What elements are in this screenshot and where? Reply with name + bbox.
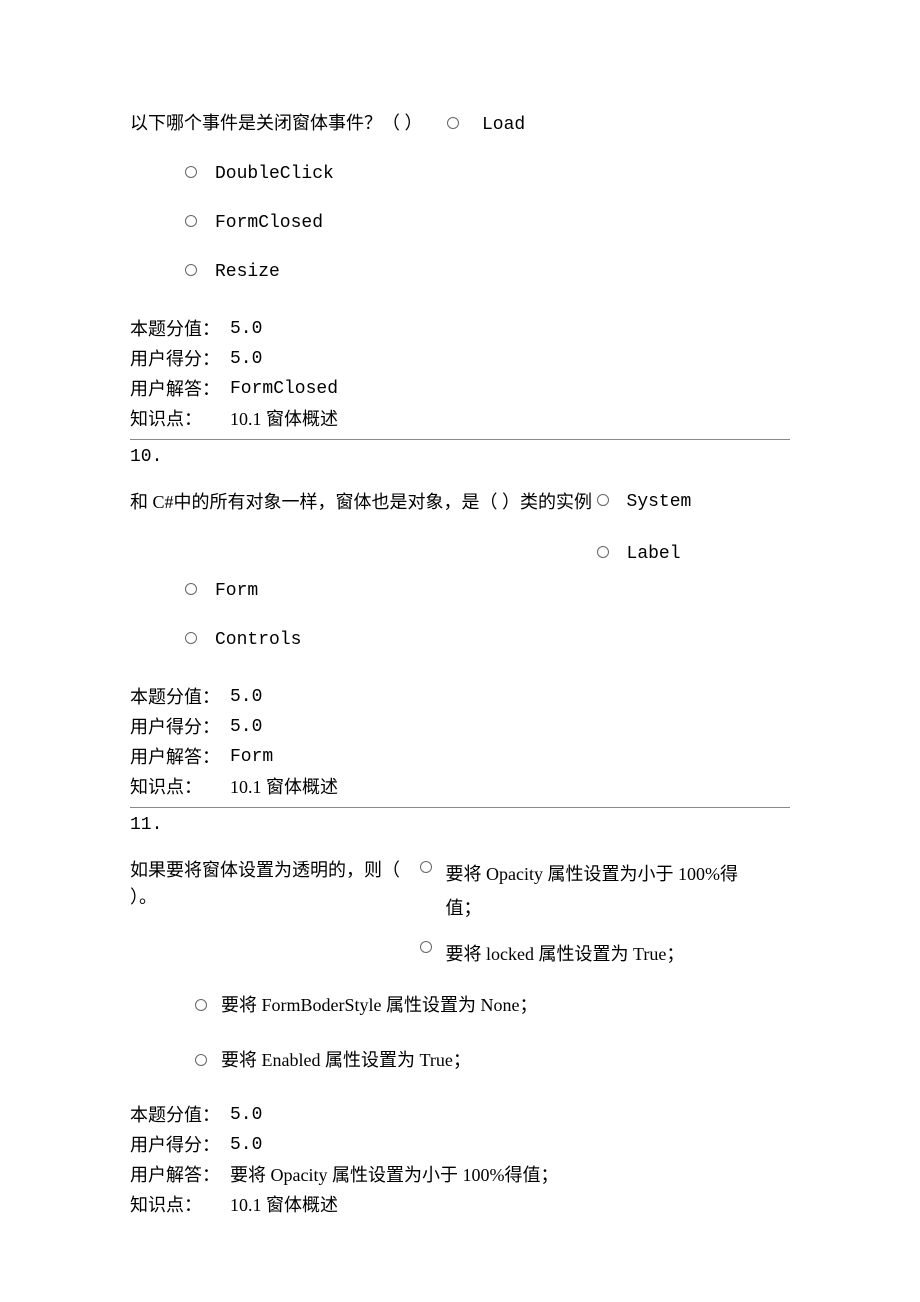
q10-option-d: Controls — [185, 627, 790, 654]
q10-answer-row: 用户解答： Form — [130, 744, 790, 771]
score-label: 本题分值： — [130, 1102, 230, 1129]
score-label: 本题分值： — [130, 316, 230, 343]
q11-option-a: 要将 Opacity 属性设置为小于 100%得值； — [420, 857, 765, 925]
radio-icon[interactable] — [597, 494, 609, 506]
q10-option-d-text: Controls — [215, 627, 301, 654]
user-score-value: 5.0 — [230, 714, 262, 741]
q11-text: 如果要将窗体设置为透明的，则（ ）。 — [130, 857, 410, 911]
q9-option-d: Resize — [185, 259, 790, 286]
q11-option-b: 要将 locked 属性设置为 True； — [420, 937, 765, 971]
user-answer-value: 要将 Opacity 属性设置为小于 100%得值； — [230, 1162, 558, 1189]
radio-icon[interactable] — [420, 861, 432, 873]
kp-label: 知识点： — [130, 406, 230, 433]
q9-option-c: FormClosed — [185, 210, 790, 237]
question-10: 10. 和 C#中的所有对象一样，窗体也是对象，是（ ）类的实例 System … — [130, 444, 790, 801]
divider — [130, 807, 790, 808]
q11-right-options: 要将 Opacity 属性设置为小于 100%得值； 要将 locked 属性设… — [420, 857, 765, 984]
user-score-label: 用户得分： — [130, 346, 230, 373]
radio-icon[interactable] — [420, 941, 432, 953]
question-11: 11. 如果要将窗体设置为透明的，则（ ）。 要将 Opacity 属性设置为小… — [130, 812, 790, 1219]
q10-number: 10. — [130, 444, 790, 471]
kp-label: 知识点： — [130, 774, 230, 801]
kp-value: 10.1 窗体概述 — [230, 774, 338, 801]
q10-option-b: Label — [597, 541, 692, 568]
score-value: 5.0 — [230, 316, 262, 343]
q11-number: 11. — [130, 812, 790, 839]
q11-userscore-row: 用户得分： 5.0 — [130, 1132, 790, 1159]
q11-option-c: 要将 FormBoderStyle 属性设置为 None； — [195, 992, 790, 1019]
user-score-value: 5.0 — [230, 346, 262, 373]
question-9: 以下哪个事件是关闭窗体事件？（ ） Load DoubleClick FormC… — [130, 110, 790, 433]
kp-value: 10.1 窗体概述 — [230, 1192, 338, 1219]
radio-icon[interactable] — [195, 1054, 207, 1066]
score-value: 5.0 — [230, 1102, 262, 1129]
q11-score-row: 本题分值： 5.0 — [130, 1102, 790, 1129]
q11-option-c-text: 要将 FormBoderStyle 属性设置为 None； — [221, 992, 538, 1019]
q9-option-b-text: DoubleClick — [215, 161, 334, 188]
radio-icon[interactable] — [185, 264, 197, 276]
q9-userscore-row: 用户得分： 5.0 — [130, 346, 790, 373]
q11-option-d-text: 要将 Enabled 属性设置为 True； — [221, 1047, 471, 1074]
user-answer-value: FormClosed — [230, 376, 338, 403]
radio-icon[interactable] — [185, 215, 197, 227]
q10-kp-row: 知识点： 10.1 窗体概述 — [130, 774, 790, 801]
divider — [130, 439, 790, 440]
radio-icon[interactable] — [195, 999, 207, 1011]
q10-meta: 本题分值： 5.0 用户得分： 5.0 用户解答： Form 知识点： 10.1… — [130, 684, 790, 801]
q11-lower-options: 要将 FormBoderStyle 属性设置为 None； 要将 Enabled… — [130, 992, 790, 1074]
user-score-label: 用户得分： — [130, 1132, 230, 1159]
user-answer-label: 用户解答： — [130, 744, 230, 771]
q9-prompt-row: 以下哪个事件是关闭窗体事件？（ ） Load — [130, 110, 790, 139]
q11-option-b-text: 要将 locked 属性设置为 True； — [446, 937, 685, 971]
radio-icon[interactable] — [447, 117, 459, 129]
q10-option-c: Form — [185, 578, 790, 605]
q11-answer-row: 用户解答： 要将 Opacity 属性设置为小于 100%得值； — [130, 1162, 790, 1189]
q10-option-c-text: Form — [215, 578, 258, 605]
radio-icon[interactable] — [185, 166, 197, 178]
q9-meta: 本题分值： 5.0 用户得分： 5.0 用户解答： FormClosed 知识点… — [130, 316, 790, 433]
q9-answer-row: 用户解答： FormClosed — [130, 376, 790, 403]
q9-option-d-text: Resize — [215, 259, 280, 286]
score-value: 5.0 — [230, 684, 262, 711]
q9-option-b: DoubleClick — [185, 161, 790, 188]
radio-icon[interactable] — [185, 583, 197, 595]
user-answer-value: Form — [230, 744, 273, 771]
q10-prompt-row: 和 C#中的所有对象一样，窗体也是对象，是（ ）类的实例 System Labe… — [130, 489, 790, 568]
kp-value: 10.1 窗体概述 — [230, 406, 338, 433]
q10-option-b-text: Label — [627, 541, 681, 568]
q9-option-c-text: FormClosed — [215, 210, 323, 237]
user-score-label: 用户得分： — [130, 714, 230, 741]
user-answer-label: 用户解答： — [130, 1162, 230, 1189]
q11-option-a-text: 要将 Opacity 属性设置为小于 100%得值； — [446, 857, 765, 925]
q9-text: 以下哪个事件是关闭窗体事件？（ ） — [130, 113, 423, 133]
q10-score-row: 本题分值： 5.0 — [130, 684, 790, 711]
score-label: 本题分值： — [130, 684, 230, 711]
kp-label: 知识点： — [130, 1192, 230, 1219]
radio-icon[interactable] — [185, 632, 197, 644]
q10-text: 和 C#中的所有对象一样，窗体也是对象，是（ ）类的实例 — [130, 489, 592, 516]
q10-inline-options: System Label — [597, 489, 692, 568]
q10-userscore-row: 用户得分： 5.0 — [130, 714, 790, 741]
q11-meta: 本题分值： 5.0 用户得分： 5.0 用户解答： 要将 Opacity 属性设… — [130, 1102, 790, 1219]
q9-option-a: Load — [447, 112, 525, 139]
user-score-value: 5.0 — [230, 1132, 262, 1159]
q9-kp-row: 知识点： 10.1 窗体概述 — [130, 406, 790, 433]
radio-icon[interactable] — [597, 546, 609, 558]
q10-option-a: System — [597, 489, 692, 516]
q10-option-a-text: System — [627, 489, 692, 516]
q9-option-a-text: Load — [482, 112, 525, 139]
q11-option-d: 要将 Enabled 属性设置为 True； — [195, 1047, 790, 1074]
q11-kp-row: 知识点： 10.1 窗体概述 — [130, 1192, 790, 1219]
q11-prompt-row: 如果要将窗体设置为透明的，则（ ）。 要将 Opacity 属性设置为小于 10… — [130, 857, 790, 984]
q9-score-row: 本题分值： 5.0 — [130, 316, 790, 343]
user-answer-label: 用户解答： — [130, 376, 230, 403]
